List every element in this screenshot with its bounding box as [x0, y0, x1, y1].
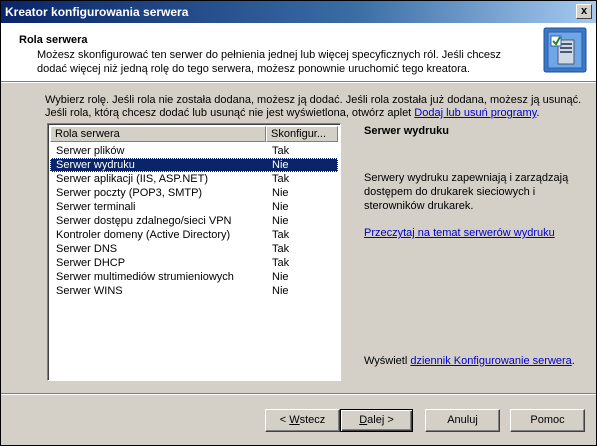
list-item[interactable]: Serwer multimediów strumieniowych Nie: [50, 270, 338, 284]
help-button[interactable]: Pomoc: [510, 409, 585, 432]
column-header-configured[interactable]: Skonfigur...: [266, 126, 338, 142]
role-name: Serwer WINS: [56, 285, 123, 297]
read-about-print-servers-link[interactable]: Przeczytaj na temat serwerów wydruku: [364, 227, 555, 239]
role-name: Serwer wydruku: [56, 159, 135, 171]
page-description: Możesz skonfigurować ten serwer do pełni…: [37, 49, 502, 75]
title-bar[interactable]: Kreator konfigurowania serwera x: [1, 1, 596, 23]
role-configured: Tak: [272, 145, 290, 157]
role-name: Serwer terminali: [56, 201, 136, 213]
next-accelerator: D: [359, 414, 368, 426]
page-title: Rola serwera: [19, 34, 88, 46]
role-configured: Tak: [272, 243, 290, 255]
role-configured: Tak: [272, 257, 290, 269]
configure-server-log-link[interactable]: dziennik Konfigurowanie serwera: [410, 355, 571, 367]
role-name: Serwer multimediów strumieniowych: [56, 271, 234, 283]
role-configured: Tak: [272, 173, 290, 185]
role-configured: Tak: [272, 229, 290, 241]
role-configured: Nie: [272, 201, 289, 213]
server-configuration-icon: [543, 27, 587, 73]
role-name: Serwer DNS: [56, 243, 118, 255]
wizard-header: Rola serwera Możesz skonfigurować ten se…: [1, 23, 596, 82]
log-line: Wyświetl dziennik Konfigurowanie serwera…: [364, 355, 575, 367]
back-prefix: <: [279, 414, 290, 426]
role-name: Serwer DHCP: [56, 257, 126, 269]
role-configured: Nie: [272, 285, 289, 297]
list-item[interactable]: Serwer dostępu zdalnego/sieci VPN Nie: [50, 214, 338, 228]
list-item[interactable]: Serwer plików Tak: [50, 144, 338, 158]
log-suffix: .: [571, 355, 575, 367]
role-details-description: Serwery wydruku zapewniają i zarządzają …: [364, 172, 569, 212]
list-item[interactable]: Serwer aplikacji (IIS, ASP.NET) Tak: [50, 172, 338, 186]
instructions-suffix: .: [536, 107, 540, 119]
back-accelerator: W: [289, 414, 300, 426]
role-configured: Nie: [272, 271, 289, 283]
role-name: Serwer aplikacji (IIS, ASP.NET): [56, 173, 209, 185]
role-configured: Nie: [272, 187, 289, 199]
instructions-text: Wybierz rolę. Jeśli rola nie została dod…: [45, 94, 585, 120]
role-name: Serwer plików: [56, 145, 125, 157]
role-name: Kontroler domeny (Active Directory): [56, 229, 231, 241]
header-divider: [1, 82, 596, 83]
column-header-role[interactable]: Rola serwera: [50, 126, 266, 142]
list-item[interactable]: Serwer DNS Tak: [50, 242, 338, 256]
list-item[interactable]: Serwer poczty (POP3, SMTP) Nie: [50, 186, 338, 200]
list-rows: Serwer plików Tak Serwer wydruku Nie Serwer …: [50, 144, 338, 298]
next-button[interactable]: Dalej >: [340, 409, 413, 432]
list-item[interactable]: Serwer WINS Nie: [50, 284, 338, 298]
close-icon: x: [580, 5, 588, 17]
role-configured: Nie: [272, 159, 289, 171]
role-details-panel: Serwer wydruku Serwery wydruku zapewniaj…: [349, 123, 585, 379]
cancel-button[interactable]: Anuluj: [425, 409, 500, 432]
next-label: alej >: [367, 414, 394, 426]
back-label: stecz: [299, 414, 326, 426]
list-item[interactable]: Serwer wydruku Nie: [50, 158, 338, 172]
add-remove-programs-link[interactable]: Dodaj lub usuń programy: [414, 107, 536, 119]
footer-divider: [1, 393, 596, 395]
role-details-title: Serwer wydruku: [364, 125, 449, 137]
window-title: Kreator konfigurowania serwera: [5, 5, 189, 19]
list-item[interactable]: Kontroler domeny (Active Directory) Tak: [50, 228, 338, 242]
role-configured: Nie: [272, 215, 289, 227]
back-button[interactable]: < Wstecz: [265, 409, 340, 432]
list-item[interactable]: Serwer DHCP Tak: [50, 256, 338, 270]
wizard-window: Kreator konfigurowania serwera x Rola se…: [0, 0, 597, 446]
role-name: Serwer poczty (POP3, SMTP): [56, 187, 203, 199]
list-header: Rola serwera Skonfigur...: [50, 126, 338, 142]
close-button[interactable]: x: [576, 4, 592, 19]
list-item[interactable]: Serwer terminali Nie: [50, 200, 338, 214]
role-name: Serwer dostępu zdalnego/sieci VPN: [56, 215, 232, 227]
server-role-list[interactable]: Rola serwera Skonfigur... Serwer plików T…: [47, 123, 341, 381]
log-prefix: Wyświetl: [364, 355, 411, 367]
